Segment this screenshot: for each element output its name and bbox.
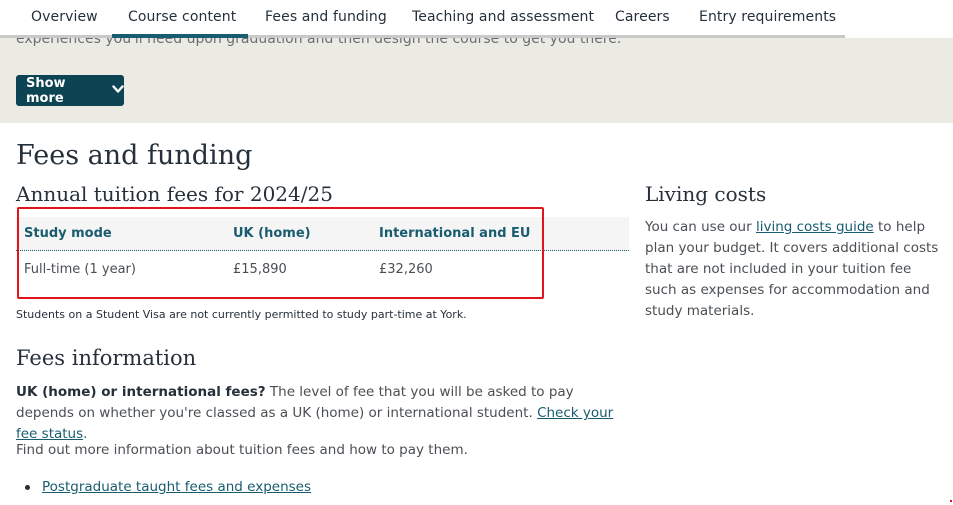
postgraduate-fees-link[interactable]: Postgraduate taught fees and expenses — [42, 479, 311, 495]
bullet-icon — [25, 485, 30, 490]
living-text-before: You can use our — [645, 219, 756, 235]
living-costs-heading: Living costs — [645, 182, 767, 206]
fees-links-list: Postgraduate taught fees and expenses — [16, 477, 311, 498]
more-info-paragraph: Find out more information about tuition … — [16, 442, 468, 458]
chevron-down-icon — [112, 83, 124, 98]
tab-course-content[interactable]: Course content — [128, 9, 236, 25]
fee-status-lead: UK (home) or international fees? — [16, 384, 266, 400]
highlight-box — [17, 207, 544, 299]
truncated-intro-text: experiences you'll need upon graduation … — [16, 38, 622, 47]
living-costs-paragraph: You can use our living costs guide to he… — [645, 217, 945, 322]
show-more-button[interactable]: Show more — [16, 75, 124, 106]
annual-fees-heading: Annual tuition fees for 2024/25 — [16, 182, 333, 206]
tab-teaching-and-assessment[interactable]: Teaching and assessment — [412, 9, 594, 25]
show-more-label: Show more — [26, 75, 66, 106]
tab-overview[interactable]: Overview — [31, 9, 98, 25]
tab-fees-and-funding[interactable]: Fees and funding — [265, 9, 387, 25]
living-costs-guide-link[interactable]: living costs guide — [756, 219, 874, 235]
tab-entry-requirements[interactable]: Entry requirements — [699, 9, 836, 25]
page-section-title: Fees and funding — [16, 140, 253, 171]
course-content-band: experiences you'll need upon graduation … — [0, 38, 953, 123]
corner-mark — [950, 500, 952, 502]
fees-information-heading: Fees information — [16, 346, 197, 370]
student-visa-note: Students on a Student Visa are not curre… — [16, 308, 467, 321]
fee-status-paragraph: UK (home) or international fees? The lev… — [16, 382, 626, 445]
list-item: Postgraduate taught fees and expenses — [16, 477, 311, 498]
tab-careers[interactable]: Careers — [615, 9, 670, 25]
